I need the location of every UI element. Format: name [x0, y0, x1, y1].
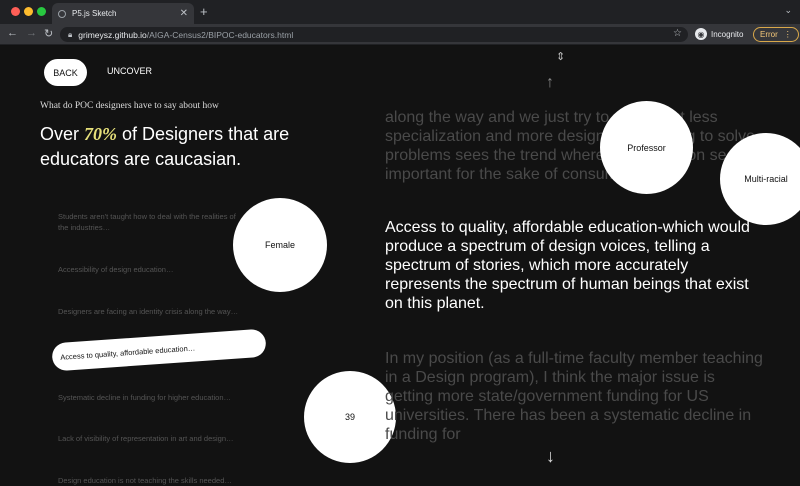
- close-tab-icon[interactable]: ✕: [180, 8, 188, 19]
- gender-circle[interactable]: Female: [233, 198, 327, 292]
- incognito-icon: ◉: [695, 28, 707, 40]
- close-window-button[interactable]: [11, 7, 20, 16]
- url-path: /AIGA-Census2/BIPOC-educators.html: [146, 29, 294, 40]
- drag-handle-icon[interactable]: ⇕: [556, 50, 565, 63]
- race-circle[interactable]: Multi-racial: [720, 133, 800, 225]
- reload-icon[interactable]: ↻: [44, 27, 53, 40]
- quote-item[interactable]: Designers are facing an identity crisis …: [58, 306, 248, 317]
- tab-title: P5.js Sketch: [72, 9, 117, 18]
- quote-item[interactable]: Design education is not teaching the ski…: [58, 475, 248, 486]
- next-quote-paragraph: In my position (as a full-time faculty m…: [385, 350, 763, 443]
- quote-item[interactable]: Lack of visibility of representation in …: [58, 433, 248, 444]
- more-menu-icon: ⋮: [783, 30, 792, 39]
- question-label: What do POC designers have to say about …: [40, 101, 219, 111]
- forward-arrow-icon[interactable]: →: [26, 27, 37, 39]
- scroll-down-arrow-icon[interactable]: ↓: [546, 446, 555, 467]
- back-arrow-icon[interactable]: ←: [7, 27, 18, 39]
- maximize-window-button[interactable]: [37, 7, 46, 16]
- previous-quote-paragraph: along the way and we just try to adapt, …: [385, 109, 757, 183]
- globe-icon: [58, 9, 66, 18]
- age-circle[interactable]: 39: [304, 371, 396, 463]
- error-button[interactable]: Error ⋮: [753, 27, 799, 42]
- sketch-canvas: BACK UNCOVER ⇕ ↑ What do POC designers h…: [0, 46, 800, 486]
- tab-bar: P5.js Sketch ✕ + ⌄: [0, 0, 800, 24]
- url-host: grimeysz.github.io: [78, 29, 147, 40]
- role-circle[interactable]: Professor: [600, 101, 693, 194]
- quote-item[interactable]: Accessibility of design education…: [58, 264, 248, 275]
- minimize-window-button[interactable]: [24, 7, 33, 16]
- url-field[interactable]: 🔒︎ grimeysz.github.io /AIGA-Census2/BIPO…: [60, 27, 688, 42]
- scroll-up-arrow-icon[interactable]: ↑: [546, 74, 554, 92]
- active-quote-pill[interactable]: Access to quality, affordable education…: [51, 328, 267, 372]
- new-tab-button[interactable]: +: [200, 4, 208, 19]
- error-label: Error: [760, 30, 778, 39]
- headline-percentage: 70%: [84, 124, 118, 144]
- headline: Over 70% of Designers that are educators…: [40, 122, 290, 172]
- browser-tab[interactable]: P5.js Sketch ✕: [52, 3, 194, 24]
- quote-item[interactable]: Systematic decline in funding for higher…: [58, 392, 248, 403]
- incognito-label: Incognito: [711, 29, 744, 39]
- back-button[interactable]: BACK: [44, 59, 87, 86]
- lock-icon: 🔒︎: [68, 29, 73, 39]
- incognito-indicator[interactable]: ◉ Incognito: [695, 28, 743, 40]
- uncover-button[interactable]: UNCOVER: [107, 66, 152, 76]
- address-bar-row: ← → ↻ 🔒︎ grimeysz.github.io /AIGA-Census…: [0, 24, 800, 45]
- current-quote-paragraph: Access to quality, affordable education-…: [385, 219, 750, 312]
- quote-item[interactable]: Students aren't taught how to deal with …: [58, 211, 248, 233]
- headline-prefix: Over: [40, 124, 85, 144]
- tab-search-icon[interactable]: ⌄: [784, 5, 792, 16]
- bookmark-star-icon[interactable]: ☆: [673, 28, 682, 39]
